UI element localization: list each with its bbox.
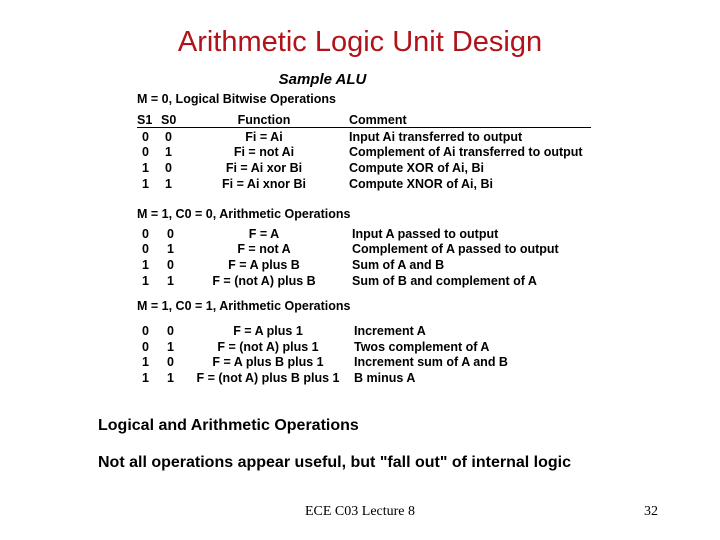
table-row: 0 0 F = A plus 1 Increment A	[0, 324, 720, 339]
cell-function: F = A plus B	[228, 258, 300, 272]
cell-function: F = A	[248, 227, 280, 241]
cell-function: Fi = not Ai	[233, 145, 295, 159]
cell-comment: Sum of A and B	[352, 258, 445, 272]
cell-comment: Input A passed to output	[352, 227, 499, 241]
body-text-line-2: Not all operations appear useful, but "f…	[98, 454, 571, 471]
cell-function: F = (not A) plus B plus 1	[196, 371, 340, 385]
cell-comment: Increment A	[354, 324, 426, 338]
table-row: 1 1 Fi = Ai xnor Bi Compute XNOR of Ai, …	[0, 177, 720, 192]
cell-s1: 1	[142, 355, 149, 369]
cell-s0: 0	[167, 355, 174, 369]
cell-comment: Complement of Ai transferred to output	[349, 145, 583, 159]
cell-s0: 0	[167, 227, 174, 241]
table-row: 0 1 F = not A Complement of A passed to …	[0, 242, 720, 257]
cell-s1: 1	[142, 177, 149, 191]
cell-function: F = not A	[237, 242, 291, 256]
cell-function: Fi = Ai xnor Bi	[222, 177, 306, 191]
table-row: 1 0 F = A plus B plus 1 Increment sum of…	[0, 355, 720, 370]
cell-function: F = (not A) plus B	[212, 274, 316, 288]
header-s0: S0	[161, 113, 177, 127]
cell-function: F = (not A) plus 1	[217, 340, 319, 354]
cell-comment: B minus A	[354, 371, 416, 385]
table-row: 0 0 F = A Input A passed to output	[0, 227, 720, 242]
cell-comment: Twos complement of A	[354, 340, 490, 354]
cell-s0: 1	[167, 242, 174, 256]
header-divider	[137, 127, 591, 128]
cell-s1: 0	[142, 227, 149, 241]
cell-s0: 0	[165, 161, 172, 175]
cell-s1: 0	[142, 130, 149, 144]
cell-s1: 1	[142, 161, 149, 175]
section-label-arith-c0-1: M = 1, C0 = 1, Arithmetic Operations	[137, 299, 351, 313]
cell-comment: Compute XOR of Ai, Bi	[349, 161, 484, 175]
cell-function: Fi = Ai xor Bi	[225, 161, 303, 175]
cell-s0: 1	[165, 177, 172, 191]
slide-subtitle: Sample ALU	[278, 71, 367, 88]
table-row: 0 1 Fi = not Ai Complement of Ai transfe…	[0, 145, 720, 160]
cell-comment: Input Ai transferred to output	[349, 130, 523, 144]
table-row: 0 0 Fi = Ai Input Ai transferred to outp…	[0, 130, 720, 145]
table-row: 1 0 Fi = Ai xor Bi Compute XOR of Ai, Bi	[0, 161, 720, 176]
header-function: Function	[237, 113, 291, 127]
table-header-row: S1 S0 Function Comment	[0, 113, 720, 128]
table-row: 0 1 F = (not A) plus 1 Twos complement o…	[0, 340, 720, 355]
section-label-arith-c0-0: M = 1, C0 = 0, Arithmetic Operations	[137, 207, 351, 221]
cell-s1: 0	[142, 242, 149, 256]
cell-s1: 1	[142, 371, 149, 385]
section-label-logical: M = 0, Logical Bitwise Operations	[137, 92, 337, 106]
header-s1: S1	[137, 113, 153, 127]
table-row: 1 1 F = (not A) plus B Sum of B and comp…	[0, 274, 720, 289]
cell-s1: 0	[142, 340, 149, 354]
cell-s0: 1	[167, 371, 174, 385]
cell-s1: 0	[142, 145, 149, 159]
cell-comment: Increment sum of A and B	[354, 355, 508, 369]
slide-footer: ECE C03 Lecture 8	[304, 504, 416, 519]
header-comment: Comment	[349, 113, 407, 127]
cell-comment: Compute XNOR of Ai, Bi	[349, 177, 493, 191]
cell-function: F = A plus B plus 1	[212, 355, 324, 369]
cell-s0: 0	[167, 258, 174, 272]
cell-s1: 0	[142, 324, 149, 338]
page-number: 32	[644, 504, 658, 519]
cell-s0: 0	[167, 324, 174, 338]
cell-s0: 0	[165, 130, 172, 144]
cell-s0: 1	[165, 145, 172, 159]
cell-comment: Complement of A passed to output	[352, 242, 559, 256]
cell-function: F = A plus 1	[233, 324, 303, 338]
cell-comment: Sum of B and complement of A	[352, 274, 537, 288]
cell-function: Fi = Ai	[245, 130, 283, 144]
cell-s1: 1	[142, 274, 149, 288]
cell-s0: 1	[167, 340, 174, 354]
cell-s1: 1	[142, 258, 149, 272]
slide-title: Arithmetic Logic Unit Design	[177, 26, 543, 58]
body-text-line-1: Logical and Arithmetic Operations	[98, 417, 359, 434]
cell-s0: 1	[167, 274, 174, 288]
table-row: 1 1 F = (not A) plus B plus 1 B minus A	[0, 371, 720, 386]
table-row: 1 0 F = A plus B Sum of A and B	[0, 258, 720, 273]
